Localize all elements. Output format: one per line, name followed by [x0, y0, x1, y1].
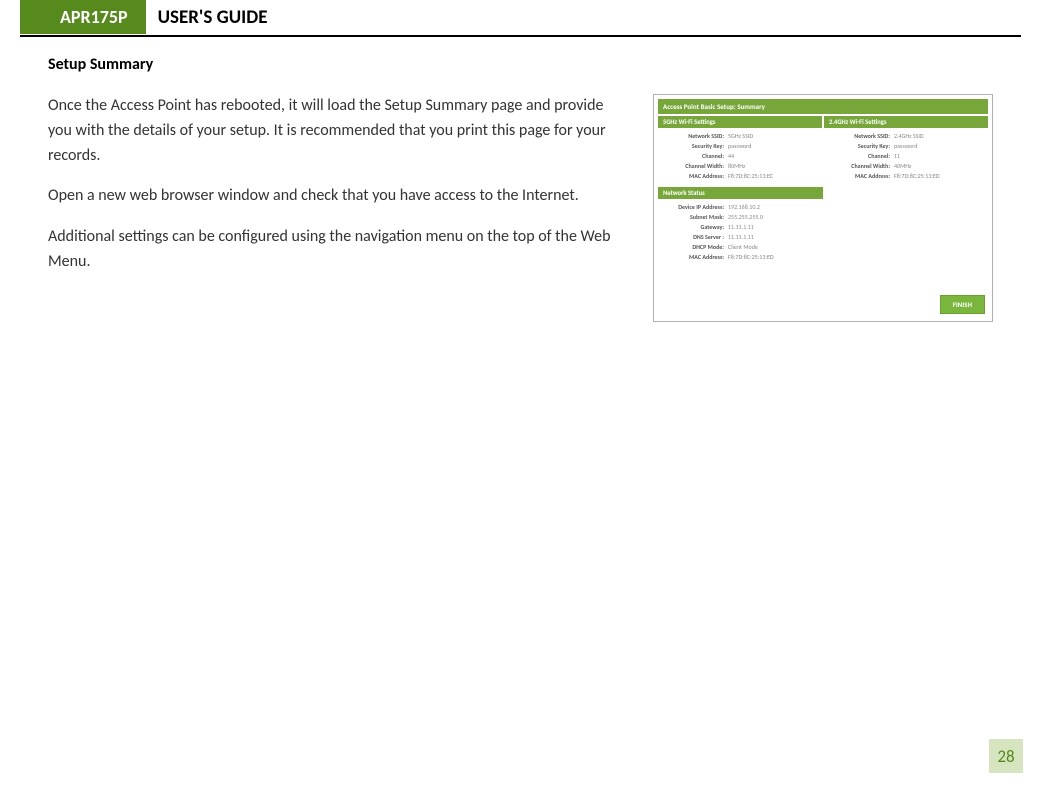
paragraph-2: Open a new web browser window and check …: [48, 184, 623, 209]
kv-value: F8:7D:8C:25:13:ED: [894, 172, 940, 180]
kv-label: Channel:: [658, 152, 728, 160]
kv-row: Channel:11: [824, 151, 988, 161]
kv-value: 5GHz SSID: [728, 132, 753, 140]
kv-label: Channel:: [824, 152, 894, 160]
page-number: 28: [989, 739, 1023, 773]
panel-24ghz-title: 2.4GHz Wi-Fi Settings: [824, 116, 988, 128]
model-badge: APR175P: [20, 0, 146, 34]
setup-summary-figure: Access Point Basic Setup: Summary 5GHz W…: [653, 94, 993, 322]
kv-value: password: [894, 142, 917, 150]
kv-row: Device IP Address:192.168.10.2: [658, 202, 823, 212]
kv-label: Gateway:: [658, 223, 728, 231]
kv-value: F8:7D:8C:25:13:ED: [728, 253, 774, 261]
kv-row: Network SSID:2.4GHz SSID: [824, 131, 988, 141]
panel-5ghz-title: 5GHz Wi-Fi Settings: [658, 116, 822, 128]
paragraph-3: Additional settings can be configured us…: [48, 225, 623, 275]
kv-value: 2.4GHz SSID: [894, 132, 924, 140]
kv-label: DNS Server :: [658, 233, 728, 241]
figure-wifi-columns: 5GHz Wi-Fi Settings Network SSID:5GHz SS…: [658, 116, 988, 181]
kv-row: Security Key:password: [824, 141, 988, 151]
kv-value: 11: [894, 152, 900, 160]
figure-footer: FINISH: [658, 290, 988, 317]
kv-row: DHCP Mode:Client Mode: [658, 242, 823, 252]
kv-row: MAC Address:F8:7D:8C:25:13:ED: [824, 171, 988, 181]
kv-label: Network SSID:: [658, 132, 728, 140]
page-content: Setup Summary Once the Access Point has …: [0, 37, 1041, 322]
kv-label: Subnet Mask:: [658, 213, 728, 221]
kv-label: MAC Address:: [658, 172, 728, 180]
kv-row: Gateway:11.11.1.11: [658, 222, 823, 232]
kv-row: DNS Server :11.11.1.11: [658, 232, 823, 242]
kv-row: MAC Address:F8:7D:8C:25:13:ED: [658, 252, 823, 262]
paragraph-1: Once the Access Point has rebooted, it w…: [48, 94, 623, 168]
kv-label: Channel Width:: [824, 162, 894, 170]
kv-value: password: [728, 142, 751, 150]
panel-5ghz: 5GHz Wi-Fi Settings Network SSID:5GHz SS…: [658, 116, 822, 181]
kv-row: Channel Width:80MHz: [658, 161, 822, 171]
kv-label: Security Key:: [824, 142, 894, 150]
kv-row: Channel Width:40MHz: [824, 161, 988, 171]
kv-label: DHCP Mode:: [658, 243, 728, 251]
kv-value: 255.255.255.0: [728, 213, 763, 221]
finish-button[interactable]: FINISH: [940, 295, 985, 314]
panel-24ghz: 2.4GHz Wi-Fi Settings Network SSID:2.4GH…: [824, 116, 988, 181]
kv-value: 11.11.1.11: [728, 233, 754, 241]
section-heading: Setup Summary: [48, 55, 993, 74]
kv-row: MAC Address:F8:7D:8C:25:13:EC: [658, 171, 822, 181]
figure-main-header: Access Point Basic Setup: Summary: [658, 99, 988, 114]
panel-network: Network Status Device IP Address:192.168…: [658, 187, 823, 262]
panel-network-title: Network Status: [658, 187, 823, 199]
kv-value: 40MHz: [894, 162, 911, 170]
kv-value: 11.11.1.11: [728, 223, 754, 231]
kv-label: MAC Address:: [824, 172, 894, 180]
kv-label: Security Key:: [658, 142, 728, 150]
kv-label: Channel Width:: [658, 162, 728, 170]
content-row: Once the Access Point has rebooted, it w…: [48, 94, 993, 322]
document-title: USER'S GUIDE: [146, 0, 1021, 35]
kv-value: 44: [728, 152, 734, 160]
kv-value: 80MHz: [728, 162, 745, 170]
text-column: Once the Access Point has rebooted, it w…: [48, 94, 623, 291]
kv-value: F8:7D:8C:25:13:EC: [728, 172, 773, 180]
kv-label: Network SSID:: [824, 132, 894, 140]
kv-row: Network SSID:5GHz SSID: [658, 131, 822, 141]
kv-label: MAC Address:: [658, 253, 728, 261]
kv-label: Device IP Address:: [658, 203, 728, 211]
kv-row: Channel:44: [658, 151, 822, 161]
kv-row: Security Key:password: [658, 141, 822, 151]
kv-value: Client Mode: [728, 243, 758, 251]
kv-row: Subnet Mask:255.255.255.0: [658, 212, 823, 222]
kv-value: 192.168.10.2: [728, 203, 760, 211]
document-header: APR175P USER'S GUIDE: [20, 0, 1021, 35]
